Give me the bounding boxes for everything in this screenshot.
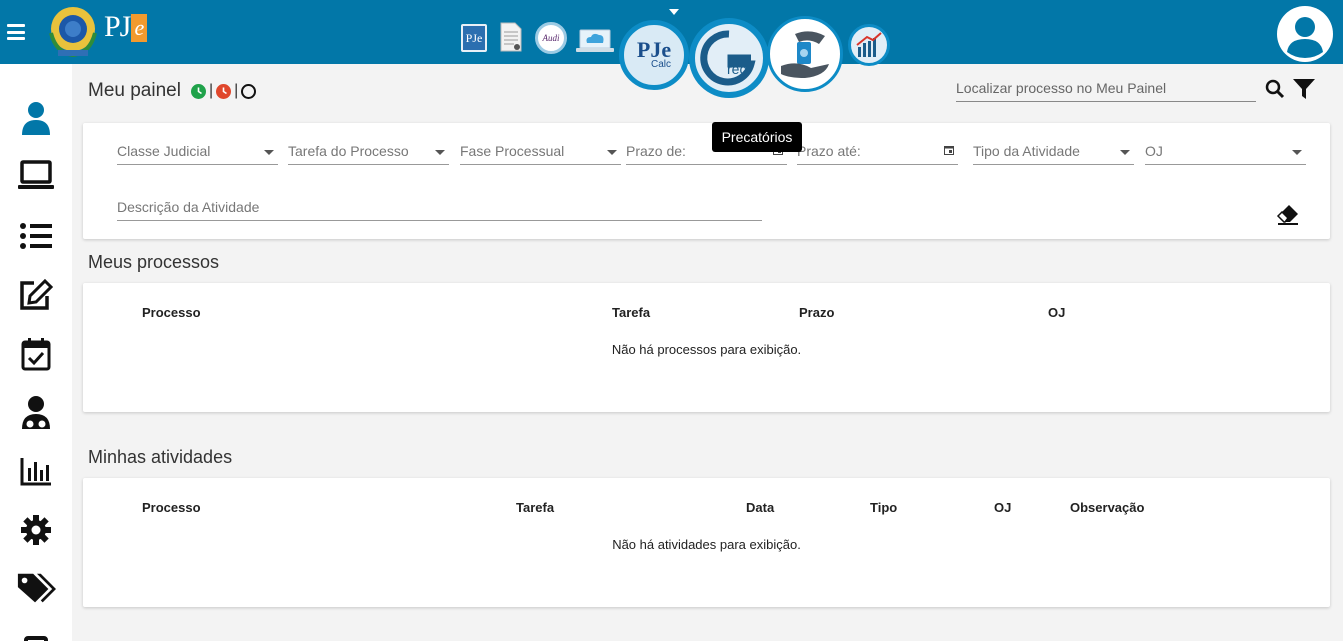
meus-processos-table: Processo Tarefa Prazo OJ Não há processo… <box>83 283 1330 412</box>
oj-label: OJ <box>1145 143 1163 159</box>
fase-processual-select[interactable]: Fase Processual <box>460 143 621 165</box>
empty-message: Não há atividades para exibição. <box>612 537 801 552</box>
gprec-icon[interactable]: rec <box>689 18 769 98</box>
document-partial-icon[interactable] <box>16 622 56 641</box>
clock-green-icon[interactable] <box>190 83 206 99</box>
empty-message: Não há processos para exibição. <box>611 342 802 357</box>
precatorios-tooltip: Precatórios <box>712 122 802 152</box>
separator: | <box>208 82 214 99</box>
edit-icon[interactable] <box>16 275 56 315</box>
pje-brand-logo[interactable]: PJ e <box>104 10 148 50</box>
pje-calc-icon[interactable]: PJe Calc <box>619 20 689 90</box>
list-icon[interactable] <box>16 216 56 256</box>
clock-red-icon[interactable] <box>216 83 232 99</box>
oj-select[interactable]: OJ <box>1145 143 1306 165</box>
chevron-down-icon <box>264 150 274 155</box>
prazo-de-label: Prazo de: <box>626 143 686 159</box>
document-icon[interactable] <box>500 22 522 52</box>
chevron-down-icon <box>1292 150 1302 155</box>
pje-app-icon[interactable]: PJe <box>461 24 487 52</box>
circle-empty-icon[interactable] <box>241 83 257 99</box>
sidebar <box>0 64 72 641</box>
top-bar: PJ e PJe Audi PJe Calc rec <box>0 0 1343 98</box>
apps-caret-icon[interactable] <box>669 9 679 15</box>
minhas-atividades-table: Processo Tarefa Data Tipo OJ Observação … <box>83 478 1330 607</box>
column-header-oj[interactable]: OJ <box>994 500 1011 515</box>
laptop-icon[interactable] <box>16 156 56 196</box>
search-icon[interactable] <box>1265 79 1285 99</box>
status-filter-group: | | <box>190 82 257 100</box>
prazo-ate-label: Prazo até: <box>797 143 861 159</box>
column-header-prazo[interactable]: Prazo <box>799 305 834 320</box>
tarefa-processo-label: Tarefa do Processo <box>288 143 409 159</box>
column-header-observacao[interactable]: Observação <box>1070 500 1144 515</box>
descricao-atividade-label: Descrição da Atividade <box>117 199 260 215</box>
prazo-ate-field[interactable]: Prazo até: <box>797 143 958 165</box>
svg-text:rec: rec <box>727 61 746 77</box>
filters-card: Classe Judicial Tarefa do Processo Fase … <box>83 123 1330 239</box>
tipo-atividade-label: Tipo da Atividade <box>973 143 1080 159</box>
user-doctor-icon[interactable] <box>16 392 56 432</box>
calendar-check-icon[interactable] <box>16 334 56 374</box>
column-header-processo[interactable]: Processo <box>142 500 201 515</box>
hamburger-menu-icon[interactable] <box>7 24 25 40</box>
page-title: Meu painel <box>88 80 181 101</box>
fase-processual-label: Fase Processual <box>460 143 565 159</box>
tags-icon[interactable] <box>16 569 56 609</box>
chevron-down-icon <box>435 150 445 155</box>
chevron-down-icon <box>607 150 617 155</box>
column-header-tarefa[interactable]: Tarefa <box>612 305 650 320</box>
cloud-laptop-icon[interactable] <box>575 26 615 54</box>
tipo-atividade-select[interactable]: Tipo da Atividade <box>973 143 1134 165</box>
calendar-icon[interactable] <box>944 145 954 155</box>
user-avatar-icon[interactable] <box>1277 6 1333 62</box>
gear-icon[interactable] <box>16 510 56 550</box>
minhas-atividades-title: Minhas atividades <box>88 447 233 467</box>
descricao-atividade-field[interactable]: Descrição da Atividade <box>117 199 762 221</box>
precatorios-icon[interactable] <box>767 16 843 92</box>
classe-judicial-label: Classe Judicial <box>117 143 211 159</box>
brazil-coat-of-arms-icon <box>49 7 97 58</box>
separator: | <box>234 82 239 99</box>
audiencia-icon[interactable]: Audi <box>535 22 567 54</box>
classe-judicial-select[interactable]: Classe Judicial <box>117 143 278 165</box>
column-header-tarefa[interactable]: Tarefa <box>516 500 554 515</box>
filter-icon[interactable] <box>1292 78 1316 100</box>
tarefa-processo-select[interactable]: Tarefa do Processo <box>288 143 449 165</box>
chevron-down-icon <box>1120 150 1130 155</box>
search-field <box>956 80 1256 102</box>
title-row: Meu painel | | <box>88 80 257 102</box>
column-header-data[interactable]: Data <box>746 500 774 515</box>
bar-chart-icon[interactable] <box>16 451 56 491</box>
meus-processos-title: Meus processos <box>88 252 220 272</box>
runner-chart-icon[interactable] <box>848 24 890 66</box>
column-header-oj[interactable]: OJ <box>1048 305 1065 320</box>
eraser-icon[interactable] <box>1276 203 1300 225</box>
column-header-processo[interactable]: Processo <box>142 305 201 320</box>
person-icon[interactable] <box>16 98 56 138</box>
search-input[interactable] <box>956 80 1256 96</box>
column-header-tipo[interactable]: Tipo <box>870 500 897 515</box>
